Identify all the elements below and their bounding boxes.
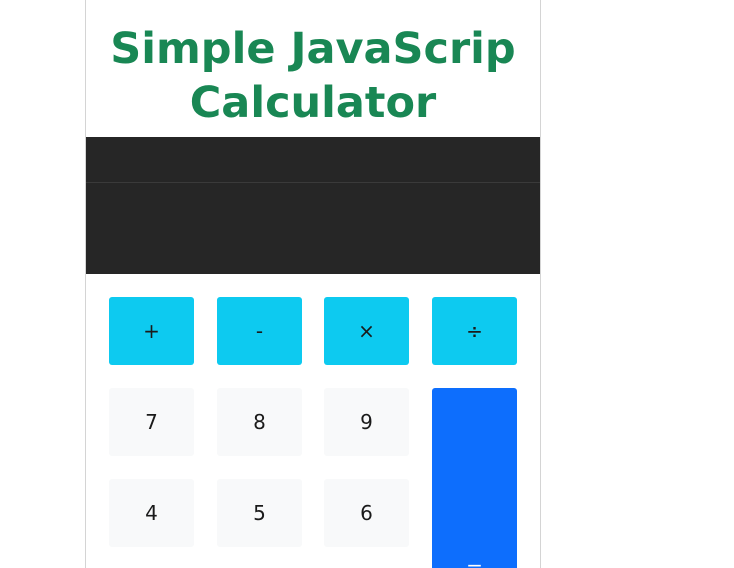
- multiply-button[interactable]: ×: [324, 297, 409, 365]
- page-title: Simple JavaScrip Calculator: [110, 24, 516, 128]
- add-button[interactable]: +: [109, 297, 194, 365]
- calculator-panel: Simple JavaScrip Calculator + - × ÷ 7 8 …: [85, 0, 541, 568]
- digit-9-button[interactable]: 9: [324, 388, 409, 456]
- divide-button[interactable]: ÷: [432, 297, 517, 365]
- current-operand-display: [86, 183, 540, 274]
- digit-8-button[interactable]: 8: [217, 388, 302, 456]
- equals-button[interactable]: =: [432, 388, 517, 568]
- calculator-display: [86, 137, 540, 274]
- digit-5-button[interactable]: 5: [217, 479, 302, 547]
- digit-7-button[interactable]: 7: [109, 388, 194, 456]
- digit-4-button[interactable]: 4: [109, 479, 194, 547]
- previous-operand-display: [86, 137, 540, 183]
- subtract-button[interactable]: -: [217, 297, 302, 365]
- digit-6-button[interactable]: 6: [324, 479, 409, 547]
